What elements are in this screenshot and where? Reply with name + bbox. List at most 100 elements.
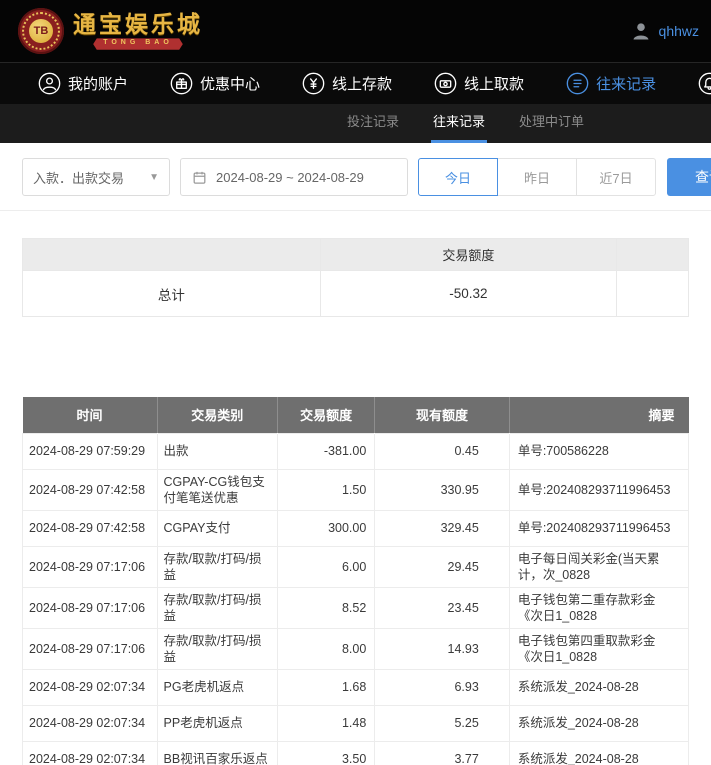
cell-time: 2024-08-29 07:42:58: [23, 510, 158, 546]
cell-summary: 系统派发_2024-08-28: [509, 705, 688, 741]
cell-type: 存款/取款/打码/损益: [157, 587, 278, 628]
summary-head-spacer-right: [617, 239, 689, 271]
cell-balance: 329.45: [375, 510, 510, 546]
nav-item-promotions[interactable]: 优惠中心: [170, 72, 260, 95]
cell-amount: 1.50: [278, 469, 375, 510]
summary-section: 交易额度 总计 -50.32: [22, 238, 689, 317]
nav-item-notice[interactable]: 个: [698, 72, 711, 95]
cell-amount: 6.00: [278, 546, 375, 587]
col-header-amount: 交易额度: [278, 397, 375, 433]
table-row: 2024-08-29 07:59:29出款-381.000.45单号:70058…: [23, 433, 689, 469]
logo-text: 通宝娱乐城 TONG BAO: [73, 12, 203, 50]
nav-item-label: 往来记录: [596, 73, 656, 94]
transaction-type-select[interactable]: 入款．出款交易 ▼: [22, 158, 170, 196]
summary-total-label: 总计: [23, 271, 321, 317]
user-avatar-icon: [629, 19, 653, 43]
table-row: 2024-08-29 07:17:06存款/取款/打码/损益6.0029.45电…: [23, 546, 689, 587]
logo-tb-badge: TB: [29, 19, 53, 43]
cell-type: PG老虎机返点: [157, 669, 278, 705]
cell-time: 2024-08-29 07:59:29: [23, 433, 158, 469]
quick-yesterday-button[interactable]: 昨日: [497, 158, 577, 196]
nav-item-records[interactable]: 往来记录: [566, 72, 656, 95]
cell-time: 2024-08-29 02:07:34: [23, 741, 158, 765]
cell-summary: 电子每日闯关彩金(当天累计，次_0828: [509, 546, 688, 587]
summary-total-value: -50.32: [320, 271, 616, 317]
cell-type: 存款/取款/打码/损益: [157, 546, 278, 587]
summary-body-spacer-right: [617, 271, 689, 317]
records-section: 时间交易类别交易额度现有额度摘要 2024-08-29 07:59:29出款-3…: [22, 397, 689, 765]
cell-amount: 1.68: [278, 669, 375, 705]
site-logo[interactable]: TB 通宝娱乐城 TONG BAO: [18, 8, 203, 54]
quick-last7days-button[interactable]: 近7日: [576, 158, 656, 196]
cell-type: BB视讯百家乐返点: [157, 741, 278, 765]
table-row: 2024-08-29 07:42:58CGPAY-CG钱包支付笔笔送优惠1.50…: [23, 469, 689, 510]
search-button[interactable]: 查询: [667, 158, 711, 196]
cell-summary: 系统派发_2024-08-28: [509, 669, 688, 705]
bell-icon: [698, 72, 711, 95]
records-table: 时间交易类别交易额度现有额度摘要 2024-08-29 07:59:29出款-3…: [22, 397, 689, 765]
cell-summary: 系统派发_2024-08-28: [509, 741, 688, 765]
col-header-balance: 现有额度: [375, 397, 510, 433]
cell-type: CGPAY-CG钱包支付笔笔送优惠: [157, 469, 278, 510]
cell-balance: 0.45: [375, 433, 510, 469]
top-header: TB 通宝娱乐城 TONG BAO qhhwz: [0, 0, 711, 62]
cell-type: PP老虎机返点: [157, 705, 278, 741]
table-row: 2024-08-29 07:17:06存款/取款/打码/损益8.0014.93电…: [23, 628, 689, 669]
deposit-icon: [302, 72, 325, 95]
cell-time: 2024-08-29 07:17:06: [23, 546, 158, 587]
table-row: 2024-08-29 07:17:06存款/取款/打码/损益8.5223.45电…: [23, 587, 689, 628]
cell-balance: 14.93: [375, 628, 510, 669]
table-row: 2024-08-29 02:07:34PG老虎机返点1.686.93系统派发_2…: [23, 669, 689, 705]
cell-summary: 单号:202408293711996453: [509, 469, 688, 510]
cell-amount: 8.00: [278, 628, 375, 669]
summary-amount-header: 交易额度: [320, 239, 616, 271]
cell-amount: 8.52: [278, 587, 375, 628]
quick-today-button[interactable]: 今日: [418, 158, 498, 196]
main-nav: 我的账户 优惠中心 线上存款 线上取款 往来记录 个: [0, 62, 711, 104]
nav-item-deposit[interactable]: 线上存款: [302, 72, 392, 95]
tab-processing-orders[interactable]: 处理中订单: [517, 104, 586, 143]
chevron-down-icon: ▼: [149, 172, 159, 183]
tab-transaction-records[interactable]: 往来记录: [431, 104, 487, 143]
cell-amount: 1.48: [278, 705, 375, 741]
table-row: 2024-08-29 07:42:58CGPAY支付300.00329.45单号…: [23, 510, 689, 546]
nav-item-label: 我的账户: [68, 73, 128, 94]
col-header-time: 时间: [23, 397, 158, 433]
date-range-value: 2024-08-29 ~ 2024-08-29: [216, 170, 364, 185]
logo-subtitle: TONG BAO: [93, 38, 183, 49]
cell-summary: 单号:202408293711996453: [509, 510, 688, 546]
gift-icon: [170, 72, 193, 95]
cell-balance: 330.95: [375, 469, 510, 510]
cell-type: CGPAY支付: [157, 510, 278, 546]
cell-summary: 电子钱包第二重存款彩金《次日1_0828: [509, 587, 688, 628]
calendar-icon: [192, 170, 207, 185]
username[interactable]: qhhwz: [659, 23, 699, 39]
cell-time: 2024-08-29 02:07:34: [23, 705, 158, 741]
cell-balance: 6.93: [375, 669, 510, 705]
cell-amount: 3.50: [278, 741, 375, 765]
tab-betting-records[interactable]: 投注记录: [345, 104, 401, 143]
cell-summary: 单号:700586228: [509, 433, 688, 469]
cell-time: 2024-08-29 07:17:06: [23, 628, 158, 669]
nav-item-withdraw[interactable]: 线上取款: [434, 72, 524, 95]
col-header-summary: 摘要: [509, 397, 688, 433]
cell-balance: 23.45: [375, 587, 510, 628]
cell-time: 2024-08-29 07:17:06: [23, 587, 158, 628]
nav-item-account[interactable]: 我的账户: [38, 72, 128, 95]
cell-time: 2024-08-29 02:07:34: [23, 669, 158, 705]
quick-range-group: 今日昨日近7日: [418, 158, 656, 196]
sub-nav: 投注记录往来记录处理中订单: [0, 104, 711, 143]
nav-item-label: 优惠中心: [200, 73, 260, 94]
table-row: 2024-08-29 02:07:34PP老虎机返点1.485.25系统派发_2…: [23, 705, 689, 741]
user-icon: [38, 72, 61, 95]
date-range-input[interactable]: 2024-08-29 ~ 2024-08-29: [180, 158, 408, 196]
nav-item-label: 线上存款: [332, 73, 392, 94]
summary-head-spacer-left: [23, 239, 321, 271]
withdraw-icon: [434, 72, 457, 95]
cell-time: 2024-08-29 07:42:58: [23, 469, 158, 510]
logo-name: 通宝娱乐城: [73, 12, 203, 36]
records-header-row: 时间交易类别交易额度现有额度摘要: [23, 397, 689, 433]
user-area[interactable]: qhhwz: [629, 19, 699, 43]
filter-bar: 入款．出款交易 ▼ 2024-08-29 ~ 2024-08-29 今日昨日近7…: [0, 143, 711, 211]
cell-summary: 电子钱包第四重取款彩金《次日1_0828: [509, 628, 688, 669]
